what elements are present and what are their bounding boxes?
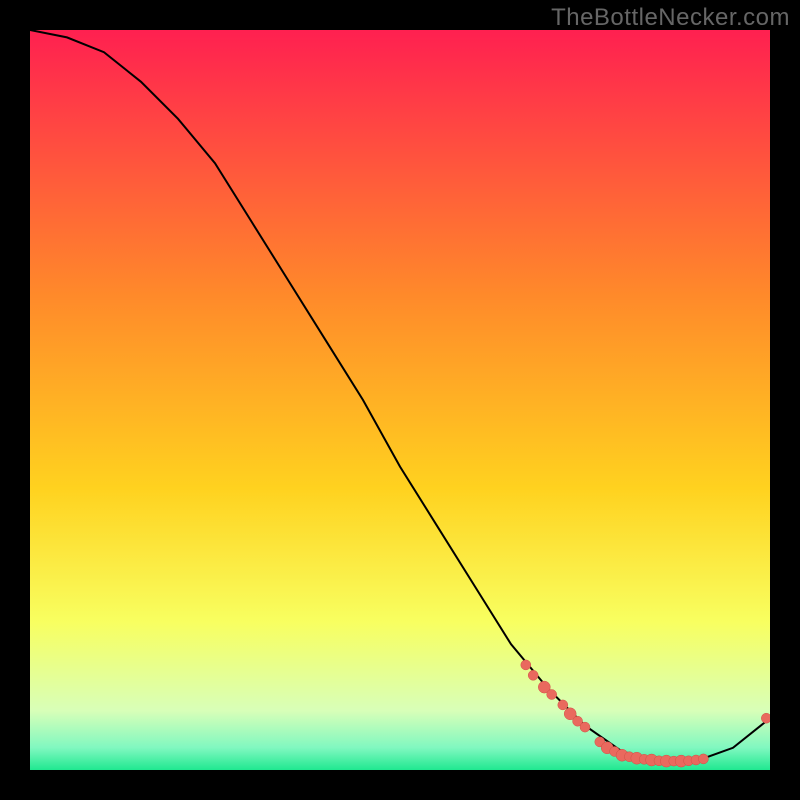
data-point xyxy=(698,754,708,764)
plot-area xyxy=(30,30,770,770)
data-point xyxy=(521,660,531,670)
data-point xyxy=(558,700,568,710)
chart-stage: TheBottleNecker.com xyxy=(0,0,800,800)
data-point xyxy=(761,713,770,723)
gradient-bg xyxy=(30,30,770,770)
data-point xyxy=(528,670,538,680)
watermark-text: TheBottleNecker.com xyxy=(551,4,790,32)
data-point xyxy=(547,690,557,700)
chart-svg xyxy=(30,30,770,770)
data-point xyxy=(580,722,590,732)
